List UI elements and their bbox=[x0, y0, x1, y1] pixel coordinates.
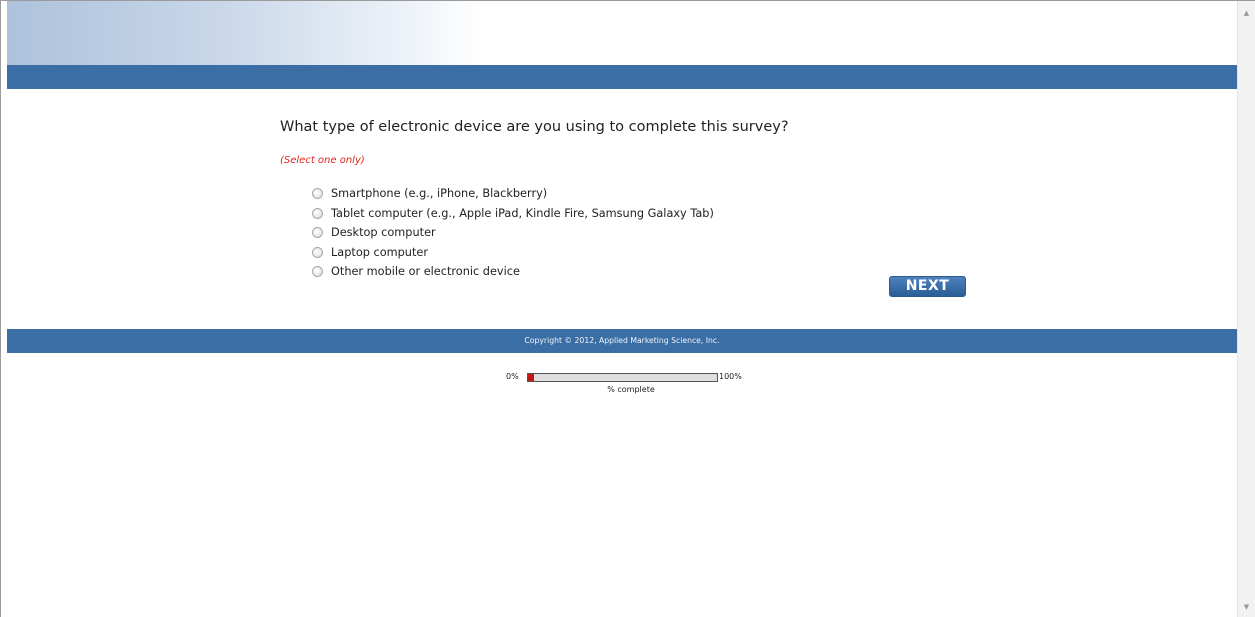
option-desktop[interactable]: Desktop computer bbox=[312, 223, 714, 243]
next-button[interactable]: NEXT bbox=[889, 276, 966, 297]
question-text: What type of electronic device are you u… bbox=[280, 119, 789, 135]
header-bar bbox=[7, 65, 1237, 89]
scroll-up-icon[interactable]: ▲ bbox=[1238, 5, 1255, 21]
progress-indicator: 0% 100% % complete bbox=[506, 372, 756, 400]
radio-button[interactable] bbox=[312, 207, 323, 219]
vertical-scrollbar[interactable]: ▲ ▼ bbox=[1237, 1, 1255, 617]
survey-page: What type of electronic device are you u… bbox=[7, 1, 1237, 617]
header-banner bbox=[7, 1, 482, 65]
select-instruction: (Select one only) bbox=[280, 155, 365, 166]
progress-caption: % complete bbox=[607, 385, 655, 394]
footer-bar: Copyright © 2012, Applied Marketing Scie… bbox=[7, 329, 1237, 353]
option-label: Other mobile or electronic device bbox=[331, 265, 520, 279]
radio-button[interactable] bbox=[312, 188, 323, 200]
option-laptop[interactable]: Laptop computer bbox=[312, 243, 714, 263]
option-smartphone[interactable]: Smartphone (e.g., iPhone, Blackberry) bbox=[312, 184, 714, 204]
radio-button[interactable] bbox=[312, 227, 323, 239]
progress-bar bbox=[527, 373, 718, 382]
radio-button[interactable] bbox=[312, 246, 323, 258]
option-label: Tablet computer (e.g., Apple iPad, Kindl… bbox=[331, 206, 714, 220]
progress-max-label: 100% bbox=[719, 372, 742, 381]
option-label: Laptop computer bbox=[331, 245, 428, 259]
answer-options: Smartphone (e.g., iPhone, Blackberry) Ta… bbox=[312, 184, 714, 282]
option-tablet[interactable]: Tablet computer (e.g., Apple iPad, Kindl… bbox=[312, 204, 714, 224]
copyright-text: Copyright © 2012, Applied Marketing Scie… bbox=[524, 336, 720, 345]
scroll-down-icon[interactable]: ▼ bbox=[1238, 599, 1255, 615]
progress-min-label: 0% bbox=[506, 372, 519, 381]
radio-button[interactable] bbox=[312, 266, 323, 278]
progress-fill bbox=[528, 374, 534, 381]
option-label: Smartphone (e.g., iPhone, Blackberry) bbox=[331, 187, 548, 201]
option-other[interactable]: Other mobile or electronic device bbox=[312, 262, 714, 282]
option-label: Desktop computer bbox=[331, 226, 436, 240]
